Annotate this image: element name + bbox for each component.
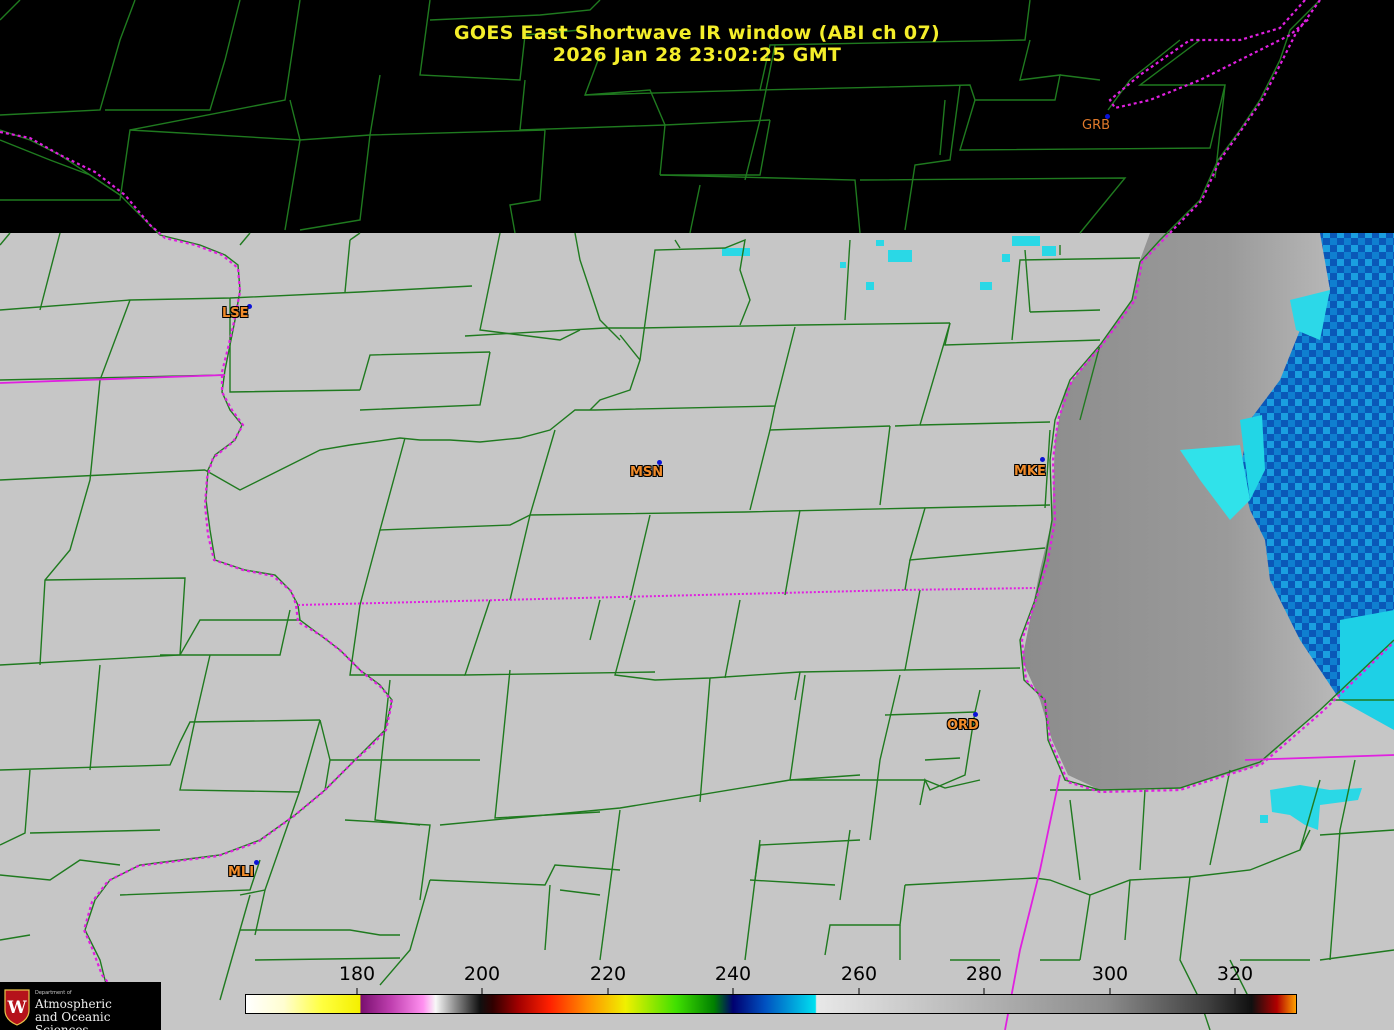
station-label-mke: MKE [1014,464,1046,479]
station-label-lse: LSE [222,306,249,321]
colorbar-tick-180: 180 [338,963,376,985]
station-dot-mli [254,860,259,865]
station-label-ord: ORD [947,718,979,733]
satellite-image: GOES East Shortwave IR window (ABI ch 07… [0,0,1394,1030]
logo-name-text: Atmospheric and Oceanic Sciences [35,998,161,1030]
station-dot-ord [973,712,978,717]
colorbar-tick-260: 260 [840,963,878,985]
colorbar-tick-220: 220 [589,963,627,985]
uw-aos-logo: W Department of Atmospheric and Oceanic … [0,982,161,1030]
map-canvas [0,0,1394,1030]
colorbar-tick-320: 320 [1216,963,1254,985]
svg-text:W: W [6,998,27,1018]
logo-name-line2: and Oceanic Sciences [35,1010,111,1030]
image-title: GOES East Shortwave IR window (ABI ch 07… [454,22,940,44]
station-label-mli: MLI [228,865,255,880]
logo-dept-text: Department of [35,990,72,996]
station-dot-mke [1040,457,1045,462]
station-label-msn: MSN [630,465,664,480]
colorbar-tick-300: 300 [1091,963,1129,985]
station-label-grb: GRB [1082,118,1111,133]
image-timestamp: 2026 Jan 28 23:02:25 GMT [552,44,842,66]
uw-crest-icon: W [4,989,30,1026]
temperature-colorbar [245,994,1297,1014]
colorbar-tick-280: 280 [965,963,1003,985]
colorbar-tick-200: 200 [463,963,501,985]
colorbar-tick-240: 240 [714,963,752,985]
